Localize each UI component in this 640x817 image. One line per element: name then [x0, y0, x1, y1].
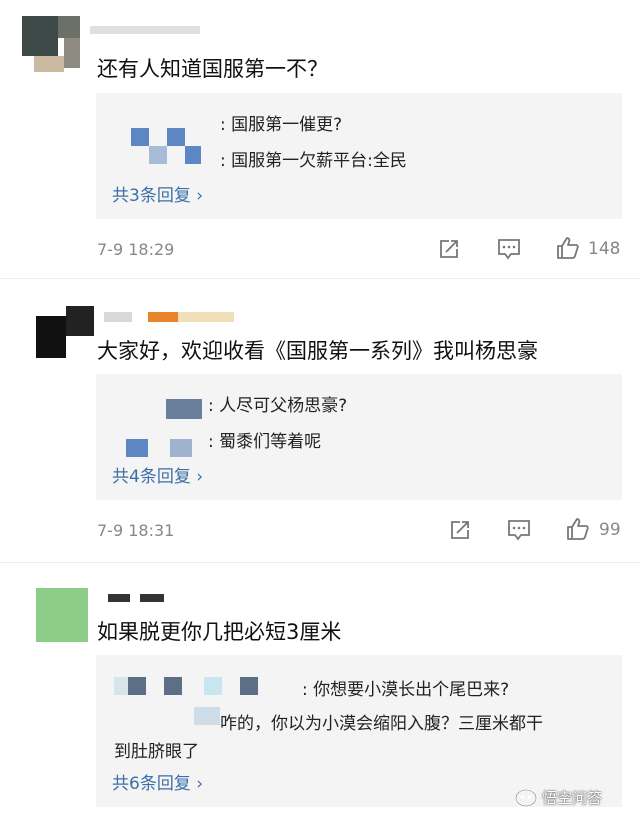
reply-text: 咋的，你以为小漠会缩阳入腹？三厘米都干 [220, 714, 543, 734]
comment-text: 还有人知道国服第一不？ [97, 57, 328, 81]
watermark-text: 悟空问答 [542, 789, 603, 807]
username-blurred [108, 594, 168, 602]
timestamp: 7-9 18:31 [97, 521, 175, 540]
reply-avatar-blurred [126, 399, 208, 457]
comment-text: 大家好，欢迎收看《国服第一系列》我叫杨思豪 [97, 339, 538, 363]
avatar[interactable] [36, 306, 94, 358]
reply-box[interactable]: : 你想要小漠长出个尾巴来? 咋的，你以为小漠会缩阳入腹？三厘米都干 到肚脐眼了… [96, 655, 622, 807]
reply-text: : 国服第一催更? [220, 115, 343, 135]
reply-text: : 人尽可父杨思豪? [208, 396, 348, 416]
timestamp: 7-9 18:29 [97, 240, 175, 259]
like-icon[interactable] [566, 517, 590, 541]
avatar[interactable] [36, 588, 88, 642]
reply-text: : 你想要小漠长出个尾巴来? [302, 680, 510, 700]
like-count: 148 [588, 239, 621, 259]
like-count: 99 [599, 520, 621, 540]
reply-box[interactable]: : 国服第一催更? : 国服第一欠薪平台:全民 共3条回复 › [96, 93, 622, 219]
divider [0, 278, 640, 279]
view-replies-link[interactable]: 共6条回复 › [112, 769, 203, 794]
comment-text: 如果脱更你几把必短3厘米 [97, 620, 342, 644]
comment-icon[interactable] [507, 519, 531, 541]
wukong-logo-icon [515, 789, 537, 807]
comment-icon[interactable] [497, 238, 521, 260]
reply-text: 到肚脐眼了 [114, 742, 199, 762]
username-blurred [90, 26, 200, 34]
reply-box[interactable]: : 人尽可父杨思豪? : 蜀黍们等着呢 共4条回复 › [96, 374, 622, 500]
view-replies-link[interactable]: 共3条回复 › [112, 181, 203, 206]
reply-text: : 国服第一欠薪平台:全民 [220, 151, 407, 171]
reply-text: : 蜀黍们等着呢 [208, 432, 322, 452]
share-icon[interactable] [438, 238, 460, 260]
share-icon[interactable] [449, 519, 471, 541]
view-replies-link[interactable]: 共4条回复 › [112, 462, 203, 487]
avatar[interactable] [22, 16, 80, 74]
like-icon[interactable] [556, 236, 580, 260]
username-blurred [104, 312, 234, 322]
divider [0, 562, 640, 563]
reply-avatar-blurred [131, 128, 201, 168]
